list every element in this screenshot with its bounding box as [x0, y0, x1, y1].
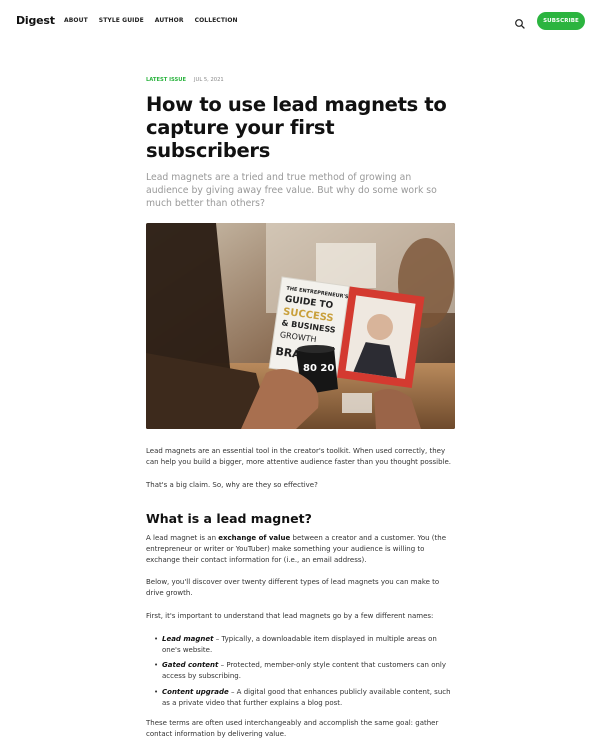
list-item-text: Content upgrade – A digital good that en… [162, 687, 455, 709]
article-subtitle: Lead magnets are a tried and true method… [146, 172, 437, 209]
list-item: • Content upgrade – A digital good that … [154, 687, 455, 709]
article: LATEST ISSUE JUL 5, 2021 How to use lead… [146, 76, 455, 740]
hero-image: THE ENTREPRENEUR'S GUIDE TO SUCCESS & BU… [146, 223, 455, 429]
search-icon[interactable] [514, 15, 526, 29]
subscribe-button[interactable]: SUBSCRIBE [537, 12, 585, 30]
nav-author[interactable]: AUTHOR [155, 17, 184, 24]
nav-style-guide[interactable]: STYLE GUIDE [99, 17, 144, 24]
article-title: How to use lead magnets to capture your … [146, 93, 447, 162]
final-paragraph: These terms are often used interchangeab… [146, 719, 439, 739]
main-nav: ABOUT STYLE GUIDE AUTHOR COLLECTION [64, 17, 238, 24]
intro-paragraph-1: Lead magnets are an essential tool in th… [146, 447, 451, 467]
list-item-term: Content upgrade [162, 687, 229, 696]
bullet-icon: • [154, 634, 159, 643]
list-item-text: Gated content – Protected, member-only s… [162, 660, 455, 682]
list-item-term: Lead magnet [162, 634, 214, 643]
site-logo[interactable]: Digest [16, 14, 55, 27]
types-paragraph: Below, you'll discover over twenty diffe… [146, 578, 440, 598]
list-item-term: Gated content [162, 661, 219, 670]
bullet-icon: • [154, 687, 159, 696]
list-item: • Lead magnet – Typically, a downloadabl… [154, 634, 455, 656]
section-heading: What is a lead magnet? [146, 510, 312, 526]
definition-pre: A lead magnet is an [146, 533, 219, 542]
mug-text: 80 20 [303, 363, 334, 374]
publish-date: JUL 5, 2021 [194, 77, 224, 83]
article-meta: LATEST ISSUE JUL 5, 2021 [146, 76, 455, 84]
bullet-icon: • [154, 661, 159, 670]
nav-about[interactable]: ABOUT [64, 17, 88, 24]
names-paragraph: First, it's important to understand that… [146, 611, 434, 620]
list-item-text: Lead magnet – Typically, a downloadable … [162, 634, 455, 656]
intro-paragraph-2: That's a big claim. So, why are they so … [146, 481, 318, 490]
definition-paragraph: A lead magnet is an exchange of value be… [146, 533, 455, 567]
issue-tag[interactable]: LATEST ISSUE [146, 77, 186, 83]
definition-strong: exchange of value [218, 533, 291, 542]
site-header: Digest ABOUT STYLE GUIDE AUTHOR COLLECTI… [0, 0, 600, 44]
names-list: • Lead magnet – Typically, a downloadabl… [146, 634, 455, 709]
list-item: • Gated content – Protected, member-only… [154, 660, 455, 682]
nav-collection[interactable]: COLLECTION [195, 17, 238, 24]
